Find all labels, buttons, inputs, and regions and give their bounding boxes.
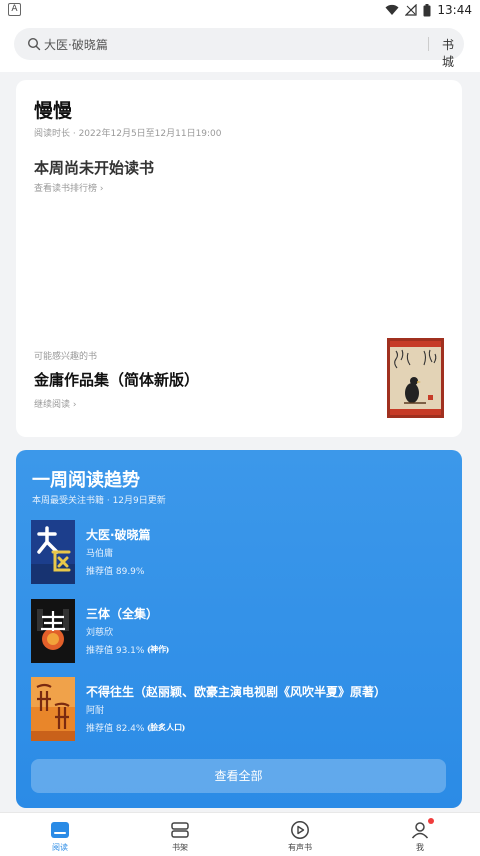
user-name: 慢慢 xyxy=(34,100,73,122)
book-badge: ⦅脍炙人口⦆ xyxy=(147,723,185,732)
trend-book-row[interactable]: 三体（全集） 刘慈欣 推荐值 93.1% ⦅神作⦆ xyxy=(31,599,451,663)
trend-title: 一周阅读趋势 xyxy=(32,470,140,491)
search-placeholder: 大医·破晓篇 xyxy=(44,38,108,52)
book-score: 推荐值 82.4% ⦅脍炙人口⦆ xyxy=(86,721,185,734)
trend-book-row[interactable]: 大医·破晓篇 马伯庸 推荐值 89.9% xyxy=(31,520,451,584)
search-icon xyxy=(27,37,41,51)
book-score-text: 推荐值 89.9% xyxy=(86,567,145,577)
nav-item-reading[interactable]: 阅读 xyxy=(0,813,120,856)
book-score-text: 推荐值 82.4% xyxy=(86,724,145,734)
signal-icon xyxy=(405,4,418,16)
status-time: 13:44 xyxy=(437,3,472,17)
book-cover xyxy=(31,520,75,584)
battery-icon xyxy=(423,3,431,16)
reading-period: 阅读时长 · 2022年12月5日至12月11日19:00 xyxy=(34,129,222,139)
reading-icon xyxy=(51,822,69,838)
search-input[interactable]: 大医·破晓篇 书城 xyxy=(14,28,464,69)
view-all-button[interactable]: 查看全部 xyxy=(31,759,446,793)
nav-item-bookshelf[interactable]: 书架 xyxy=(120,813,240,856)
wifi-icon xyxy=(385,4,399,15)
cover-art xyxy=(390,341,441,415)
bottom-nav: 阅读 书架 有声书 我 xyxy=(0,812,480,856)
week-status: 本周尚未开始读书 xyxy=(34,159,155,177)
nav-item-audiobook[interactable]: 有声书 xyxy=(240,813,360,856)
continue-reading-link[interactable]: 继续阅读 › xyxy=(34,397,76,410)
trend-book-row[interactable]: 不得往生（赵丽颖、欧豪主演电视剧《风吹半夏》原著） 阿耐 推荐值 82.4% ⦅… xyxy=(31,677,451,741)
reading-summary-card: 慢慢 阅读时长 · 2022年12月5日至12月11日19:00 本周尚未开始读… xyxy=(16,80,462,437)
play-circle-icon xyxy=(291,821,309,839)
book-score: 推荐值 93.1% ⦅神作⦆ xyxy=(86,643,169,656)
status-indicator: A xyxy=(8,3,21,16)
reading-rank-link[interactable]: 查看读书排行榜 › xyxy=(34,181,103,194)
book-author: 马伯庸 xyxy=(86,549,114,559)
book-title: 不得往生（赵丽颖、欧豪主演电视剧《风吹半夏》原著） xyxy=(86,685,387,699)
book-score: 推荐值 89.9% xyxy=(86,564,144,577)
suggestion-label: 可能感兴趣的书 xyxy=(34,352,98,362)
suggestion-book-cover[interactable] xyxy=(387,338,444,418)
nav-label: 有声书 xyxy=(288,843,312,852)
book-cover xyxy=(31,677,75,741)
status-bar: A 13:44 xyxy=(0,0,480,20)
bookshelf-icon xyxy=(171,822,189,838)
weekly-trend-card: 一周阅读趋势 本周最受关注书籍 · 12月9日更新 大医·破晓篇 马伯庸 推荐值… xyxy=(16,450,462,808)
nav-item-me[interactable]: 我 xyxy=(360,813,480,856)
nav-label: 我 xyxy=(416,843,424,852)
search-bar: 大医·破晓篇 书城 xyxy=(0,20,480,72)
search-divider xyxy=(428,37,429,51)
book-title: 三体（全集） xyxy=(86,607,159,621)
book-author: 刘慈欣 xyxy=(86,628,114,638)
bookstore-button[interactable]: 书城 xyxy=(442,36,464,70)
book-badge-text: 神作 xyxy=(150,645,167,654)
nav-label: 阅读 xyxy=(52,843,68,852)
book-badge-text: 脍炙人口 xyxy=(150,723,183,732)
status-icons: 13:44 xyxy=(385,2,472,18)
book-badge: ⦅神作⦆ xyxy=(147,645,169,654)
profile-icon xyxy=(411,822,429,839)
book-author: 阿耐 xyxy=(86,706,105,716)
suggestion-title[interactable]: 金庸作品集（简体新版） xyxy=(34,369,199,390)
book-score-text: 推荐值 93.1% xyxy=(86,646,145,656)
trend-subtitle: 本周最受关注书籍 · 12月9日更新 xyxy=(32,496,166,506)
nav-label: 书架 xyxy=(172,843,188,852)
book-cover xyxy=(31,599,75,663)
book-title: 大医·破晓篇 xyxy=(86,528,151,542)
notification-dot xyxy=(428,818,434,824)
